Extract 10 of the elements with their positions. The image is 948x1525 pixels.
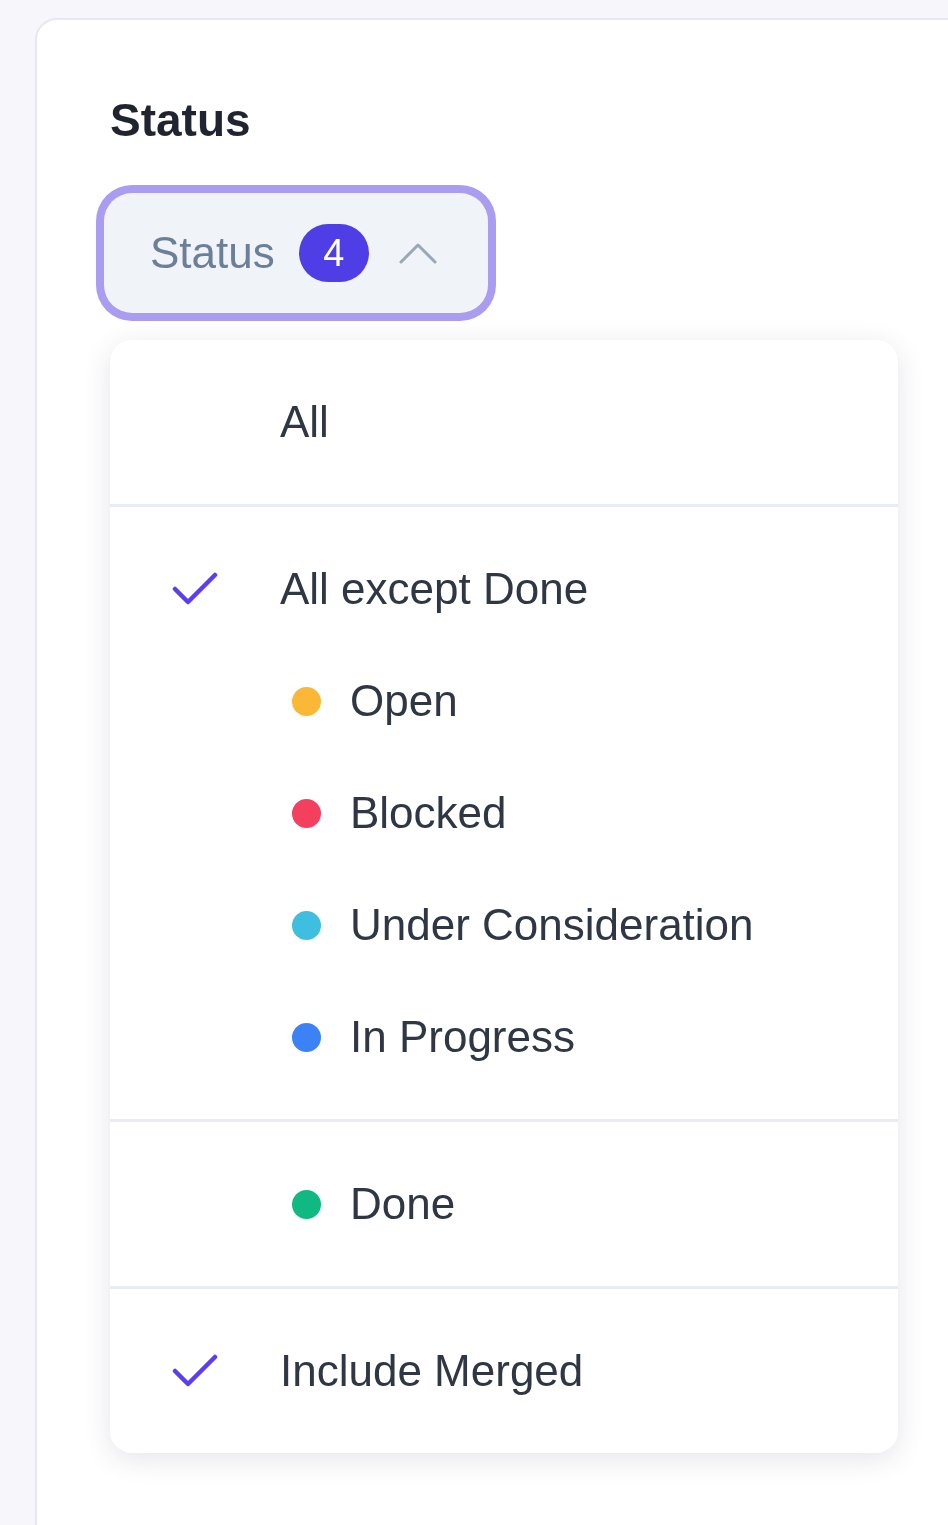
menu-option[interactable]: All except Done bbox=[110, 533, 898, 645]
status-option[interactable]: In Progress bbox=[110, 981, 898, 1093]
status-option[interactable]: Under Consideration bbox=[110, 869, 898, 981]
menu-option[interactable]: All bbox=[110, 366, 898, 478]
count-badge: 4 bbox=[298, 224, 369, 282]
status-option[interactable]: Open bbox=[110, 645, 898, 757]
status-option[interactable]: Done bbox=[110, 1148, 898, 1260]
section-title: Status bbox=[110, 93, 252, 148]
menu-option[interactable]: Include Merged bbox=[110, 1315, 898, 1427]
status-option[interactable]: Blocked bbox=[110, 757, 898, 869]
